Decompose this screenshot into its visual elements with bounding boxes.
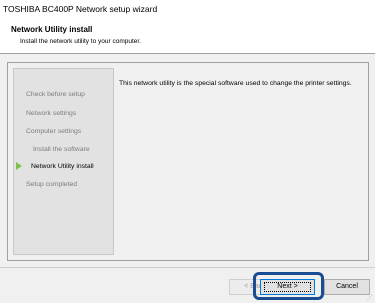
window-title: TOSHIBA BC400P Network setup wizard bbox=[3, 4, 158, 14]
resize-grip-icon[interactable]: ⋰ bbox=[367, 294, 373, 301]
steps-panel: Check before setup Network settings Comp… bbox=[13, 68, 114, 255]
footer-divider bbox=[0, 267, 375, 268]
wizard-header: Network Utility install Install the netw… bbox=[0, 18, 375, 54]
description-text: This network utility is the special soft… bbox=[119, 80, 352, 87]
page-title: Network Utility install bbox=[11, 25, 93, 34]
wizard-content: Check before setup Network settings Comp… bbox=[7, 62, 369, 261]
page-subtitle: Install the network utility to your comp… bbox=[20, 38, 142, 45]
step-network-utility-install: Network Utility install bbox=[31, 163, 94, 170]
cancel-button[interactable]: Cancel bbox=[324, 279, 370, 295]
step-setup-completed: Setup completed bbox=[26, 181, 78, 188]
step-network-settings: Network settings bbox=[26, 110, 77, 117]
step-check-before-setup: Check before setup bbox=[26, 91, 85, 98]
focus-rect bbox=[264, 282, 311, 292]
window-titlebar: TOSHIBA BC400P Network setup wizard bbox=[0, 0, 375, 18]
current-step-arrow-icon bbox=[16, 162, 22, 170]
step-computer-settings: Computer settings bbox=[26, 128, 82, 135]
step-install-software: Install the software bbox=[33, 146, 90, 153]
wizard-window: TOSHIBA BC400P Network setup wizard Netw… bbox=[0, 0, 375, 303]
next-button[interactable]: Next > bbox=[260, 279, 315, 295]
